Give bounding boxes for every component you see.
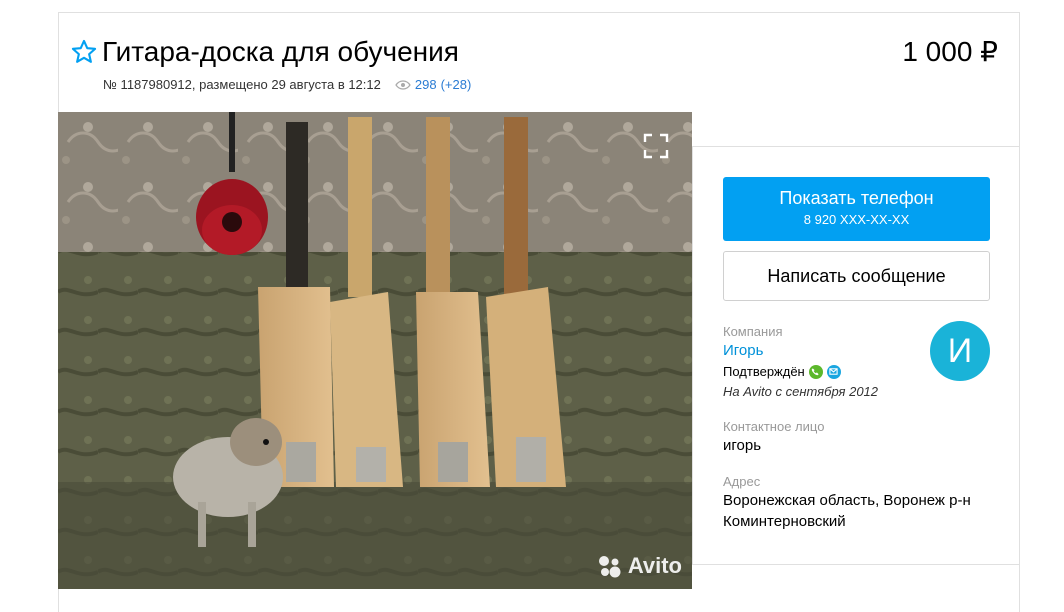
seller-avatar[interactable]: И <box>930 321 990 381</box>
phone-verified-icon <box>808 364 823 379</box>
listing-number-date: № 1187980912, размещено 29 августа в 12:… <box>103 77 381 92</box>
listing-title: Гитара-доска для обучения <box>102 36 459 67</box>
listing-price: 1 000 ₽ <box>902 36 998 67</box>
watermark-text: Avito <box>627 553 682 578</box>
contact-person-label: Контактное лицо <box>723 419 825 434</box>
email-verified-icon <box>826 364 841 379</box>
address-line-1: Воронежская область, Воронеж р-н <box>723 492 971 509</box>
address-label: Адрес <box>723 474 761 489</box>
company-label: Компания <box>723 324 783 339</box>
write-message-button[interactable]: Написать сообщение <box>723 251 990 301</box>
address-line-2: Коминтерновский <box>723 513 846 530</box>
verified-row: Подтверждён <box>723 364 841 379</box>
sidebar-bottom-divider <box>692 564 1020 565</box>
views-counter: 298 (+28) <box>395 77 471 92</box>
seller-name-link[interactable]: Игорь <box>723 342 763 359</box>
phone-masked: 8 920 XXX-XX-XX <box>803 212 910 227</box>
expand-icon[interactable] <box>642 132 670 160</box>
sidebar-left-border <box>692 146 693 565</box>
avito-logo-icon <box>598 556 621 578</box>
listing-meta: № 1187980912, размещено 29 августа в 12:… <box>103 77 471 92</box>
verified-label: Подтверждён <box>723 364 805 379</box>
listing-photo[interactable]: Avito <box>58 112 692 589</box>
seller-since: На Avito с сентября 2012 <box>723 384 879 399</box>
show-phone-button[interactable]: Показать телефон 8 920 XXX-XX-XX <box>723 177 990 241</box>
show-phone-label: Показать телефон <box>779 188 934 208</box>
views-delta: (+28) <box>440 77 472 92</box>
title-row: Гитара-доска для обучения <box>70 34 459 70</box>
sidebar-top-divider <box>692 146 1020 147</box>
contact-person-name: игорь <box>723 437 762 454</box>
eye-icon <box>395 79 411 90</box>
photo-scene <box>58 112 692 589</box>
star-outline-icon[interactable] <box>70 38 98 66</box>
avito-watermark: Avito <box>596 553 682 579</box>
views-count: 298 <box>414 77 437 92</box>
